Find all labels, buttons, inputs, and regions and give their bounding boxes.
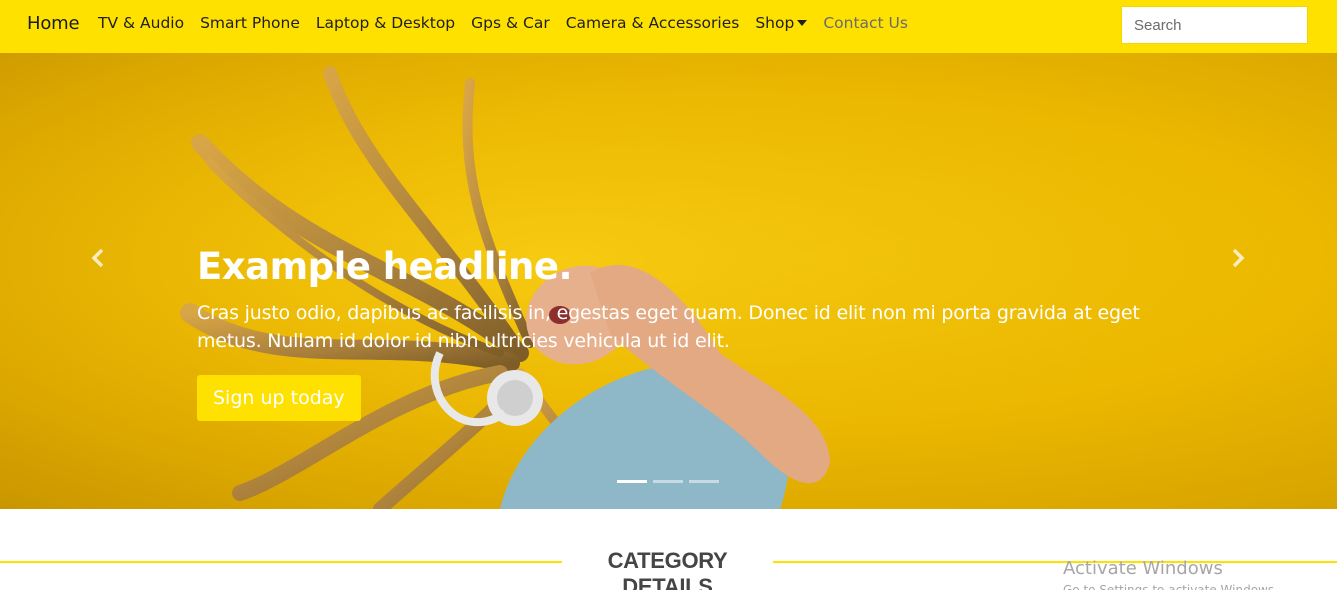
watermark-title: Activate Windows bbox=[1063, 558, 1223, 579]
carousel-indicator[interactable] bbox=[617, 480, 647, 483]
nav-dropdown-shop-label: Shop bbox=[755, 14, 795, 32]
chevron-left-icon bbox=[91, 248, 104, 268]
section-title: CATEGORY DETAILS bbox=[607, 548, 728, 590]
nav-link-gps-car[interactable]: Gps & Car bbox=[471, 14, 550, 32]
nav-links: TV & Audio Smart Phone Laptop & Desktop … bbox=[98, 14, 924, 32]
nav-home-link[interactable]: Home bbox=[27, 13, 80, 34]
carousel-indicator[interactable] bbox=[653, 480, 683, 483]
hero-carousel: Example headline. Cras justo odio, dapib… bbox=[0, 53, 1337, 509]
carousel-indicator[interactable] bbox=[689, 480, 719, 483]
nav-dropdown-shop[interactable]: Shop bbox=[755, 14, 808, 32]
nav-link-tv-audio[interactable]: TV & Audio bbox=[98, 14, 184, 32]
search-input[interactable] bbox=[1121, 6, 1308, 44]
carousel-prev-button[interactable] bbox=[83, 243, 113, 273]
navbar: Home TV & Audio Smart Phone Laptop & Des… bbox=[0, 0, 1337, 53]
activate-windows-watermark: Activate Windows Go to Settings to activ… bbox=[1063, 558, 1278, 590]
nav-link-camera-accessories[interactable]: Camera & Accessories bbox=[566, 14, 740, 32]
caret-down-icon bbox=[797, 20, 808, 26]
hero-headline: Example headline. bbox=[197, 245, 573, 288]
nav-link-smart-phone[interactable]: Smart Phone bbox=[200, 14, 300, 32]
carousel-indicators bbox=[617, 480, 725, 483]
chevron-right-icon bbox=[1232, 248, 1245, 268]
nav-link-laptop-desktop[interactable]: Laptop & Desktop bbox=[316, 14, 455, 32]
carousel-next-button[interactable] bbox=[1223, 243, 1253, 273]
hero-lead-text: Cras justo odio, dapibus ac facilisis in… bbox=[197, 302, 1140, 352]
carousel-caption: Example headline. Cras justo odio, dapib… bbox=[197, 245, 1157, 421]
nav-link-contact-us[interactable]: Contact Us bbox=[823, 14, 908, 32]
divider bbox=[0, 561, 562, 563]
watermark-subtitle: Go to Settings to activate Windows. bbox=[1063, 583, 1278, 590]
sign-up-button[interactable]: Sign up today bbox=[197, 375, 361, 421]
